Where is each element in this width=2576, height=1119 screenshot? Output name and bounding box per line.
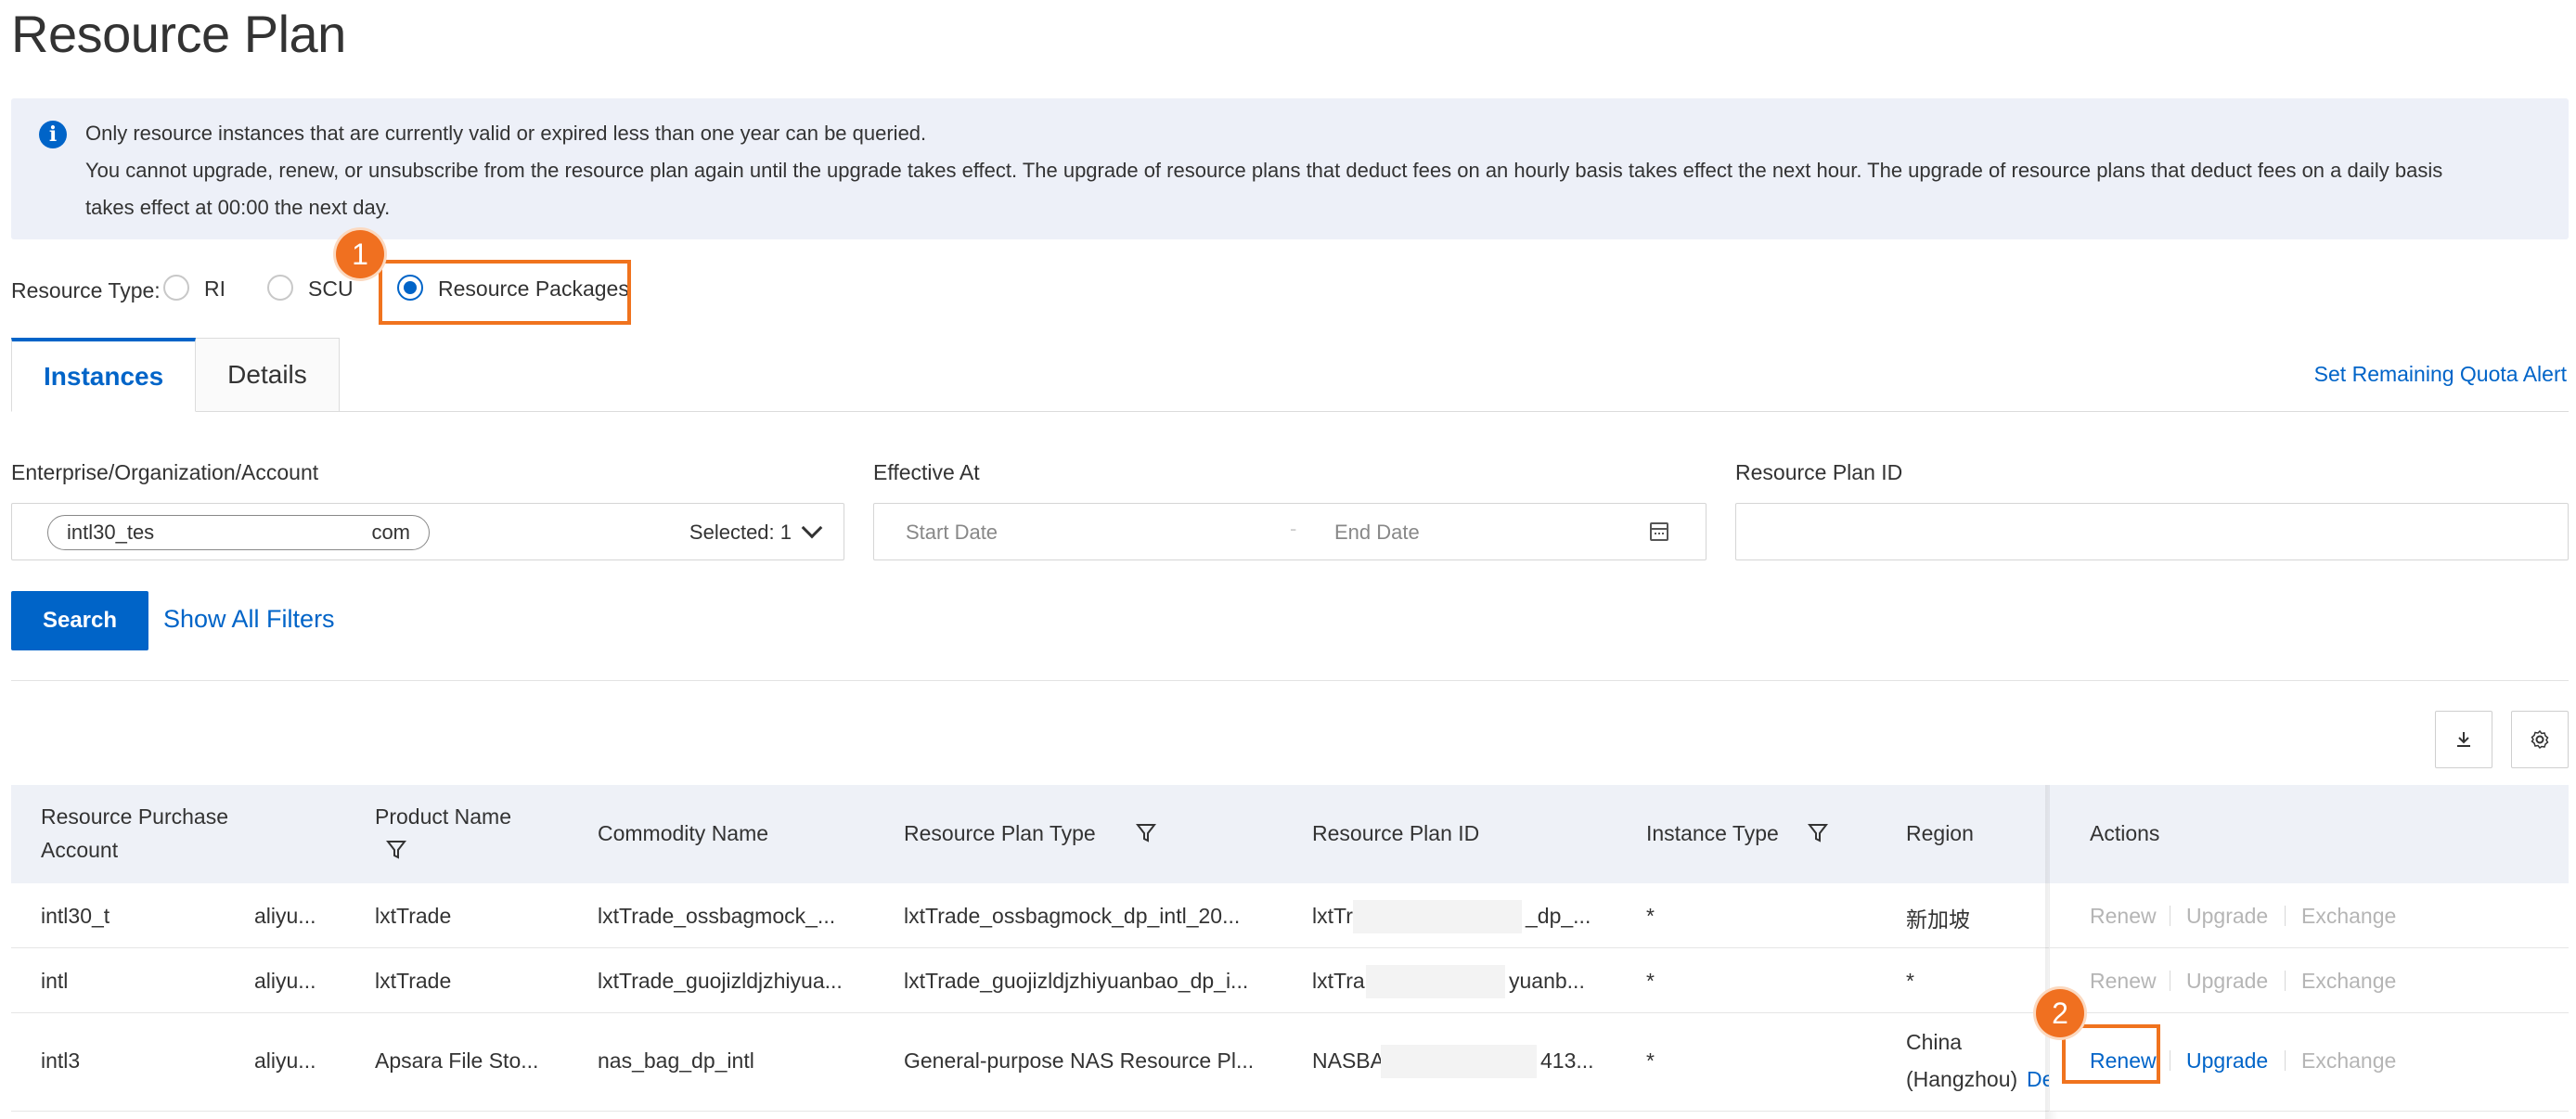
cell-product: lxtTrade	[375, 969, 452, 993]
tabs-divider	[11, 411, 2569, 412]
calendar-icon[interactable]	[1650, 522, 1668, 541]
notice-line-3: takes effect at 00:00 the next day.	[85, 196, 391, 219]
highlight-box-step2	[2062, 1024, 2160, 1084]
cell-account: intl	[41, 969, 69, 993]
cell-account: intl3	[41, 1048, 81, 1073]
info-notice: i Only resource instances that are curre…	[11, 98, 2569, 239]
cell-region-line2: (Hangzhou)	[1906, 1067, 2018, 1091]
cell-plan-id-start: lxtTr	[1312, 904, 1353, 928]
exchange-link-disabled: Exchange	[2301, 1048, 2397, 1073]
resource-plan-table: Resource Purchase Account Product Name C…	[11, 785, 2569, 1119]
tab-instances[interactable]: Instances	[11, 338, 197, 412]
notice-line-2: You cannot upgrade, renew, or unsubscrib…	[85, 159, 2443, 182]
col-instance-type: Instance Type	[1646, 821, 1779, 845]
cell-account: intl30_t	[41, 904, 110, 928]
exchange-link-disabled: Exchange	[2301, 904, 2397, 928]
cell-plan-id-start: lxtTra	[1312, 969, 1365, 993]
account-filter-label: Enterprise/Organization/Account	[11, 460, 319, 484]
cell-plan-type: lxtTrade_ossbagmock_dp_intl_20...	[904, 904, 1241, 928]
page-title: Resource Plan	[11, 5, 346, 63]
radio-scu[interactable]	[267, 275, 293, 301]
cell-instance-type: *	[1646, 969, 1655, 993]
effective-at-label: Effective At	[873, 460, 980, 484]
cell-plan-id-end: _dp_...	[1526, 904, 1591, 928]
selected-count: Selected: 1	[689, 521, 792, 544]
col-commodity-name: Commodity Name	[598, 821, 769, 845]
download-icon	[2457, 732, 2470, 747]
cell-product: Apsara File Sto...	[375, 1048, 539, 1073]
chevron-down-icon[interactable]	[801, 517, 823, 539]
cell-region: 新加坡	[1906, 907, 1970, 932]
account-chip-end: com	[371, 521, 410, 544]
product-filter-icon[interactable]	[386, 839, 406, 861]
step-badge-1: 1	[336, 230, 384, 278]
cell-plan-id-end: 413...	[1540, 1048, 1594, 1073]
plan-type-filter-icon[interactable]	[1136, 822, 1156, 844]
renew-link-disabled: Renew	[2090, 904, 2157, 928]
instance-type-filter-icon[interactable]	[1808, 822, 1828, 844]
cell-plan-id-start: NASBA	[1312, 1048, 1385, 1073]
cell-plan-type: lxtTrade_guojizldjzhiyuanbao_dp_i...	[904, 969, 1249, 993]
cell-instance-type: *	[1646, 904, 1655, 928]
col-plan-id: Resource Plan ID	[1312, 821, 1480, 845]
section-divider	[11, 680, 2569, 681]
cell-account-alias: aliyu...	[254, 904, 316, 928]
search-button[interactable]: Search	[11, 591, 148, 650]
account-chip[interactable]: intl30_tes com	[47, 515, 430, 550]
account-select[interactable]: intl30_tes com Selected: 1	[11, 503, 844, 560]
col-account-l2: Account	[41, 838, 119, 862]
cell-commodity: nas_bag_dp_intl	[598, 1048, 754, 1073]
radio-ri-label[interactable]: RI	[204, 277, 225, 302]
resource-plan-id-label: Resource Plan ID	[1735, 460, 1903, 484]
date-range-picker[interactable]: Start Date - End Date	[873, 503, 1707, 560]
tab-bar: Instances Details	[11, 338, 340, 412]
col-actions: Actions	[2090, 821, 2160, 845]
col-plan-type: Resource Plan Type	[904, 821, 1096, 845]
redaction-mask	[1353, 900, 1522, 933]
cell-account-alias: aliyu...	[254, 969, 316, 993]
cell-region: China	[1906, 1030, 1963, 1054]
cell-product: lxtTrade	[375, 904, 452, 928]
redaction-mask	[187, 520, 403, 547]
tab-details[interactable]: Details	[196, 338, 340, 412]
set-remaining-quota-alert-link[interactable]: Set Remaining Quota Alert	[2314, 362, 2567, 387]
col-product-name: Product Name	[375, 804, 512, 829]
col-region: Region	[1906, 821, 1974, 845]
cell-commodity: lxtTrade_guojizldjzhiyua...	[598, 969, 843, 993]
info-icon: i	[39, 121, 67, 148]
cell-region: *	[1906, 969, 1914, 993]
renew-link-disabled: Renew	[2090, 969, 2157, 993]
resource-type-label: Resource Type:	[11, 277, 161, 302]
upgrade-link[interactable]: Upgrade	[2186, 1048, 2268, 1074]
date-separator: -	[1290, 517, 1297, 540]
gear-icon	[2531, 729, 2549, 750]
cell-plan-id-end: yuanb...	[1509, 969, 1585, 993]
resource-plan-id-input[interactable]	[1735, 503, 2569, 560]
redaction-mask	[1381, 1045, 1537, 1078]
redaction-mask	[1366, 965, 1505, 998]
account-chip-start: intl30_tes	[67, 521, 155, 544]
step-badge-2: 2	[2036, 989, 2084, 1037]
settings-button[interactable]	[2511, 711, 2569, 768]
radio-scu-label[interactable]: SCU	[308, 277, 354, 302]
cell-instance-type: *	[1646, 1048, 1655, 1073]
cell-plan-type: General-purpose NAS Resource Pl...	[904, 1048, 1255, 1073]
upgrade-link-disabled: Upgrade	[2186, 969, 2269, 993]
upgrade-link-disabled: Upgrade	[2186, 904, 2269, 928]
radio-ri[interactable]	[163, 275, 189, 301]
end-date-input[interactable]: End Date	[1334, 521, 1420, 545]
col-account-l1: Resource Purchase	[41, 804, 228, 829]
highlight-box-step1	[379, 260, 631, 325]
show-all-filters-link[interactable]: Show All Filters	[163, 605, 335, 634]
notice-line-1: Only resource instances that are current…	[85, 122, 927, 145]
cell-account-alias: aliyu...	[254, 1048, 316, 1073]
start-date-input[interactable]: Start Date	[906, 521, 998, 545]
download-button[interactable]	[2435, 711, 2492, 768]
cell-commodity: lxtTrade_ossbagmock_...	[598, 904, 836, 928]
exchange-link-disabled: Exchange	[2301, 969, 2397, 993]
